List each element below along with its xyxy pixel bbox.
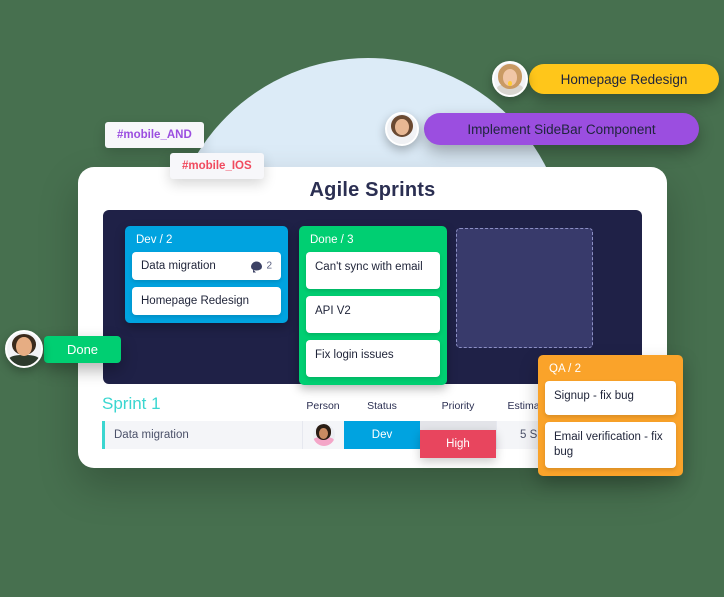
sprint-title: Sprint 1 — [102, 394, 161, 413]
avatar — [312, 424, 335, 446]
avatar-face — [387, 114, 417, 144]
avatar-implement-sidebar — [385, 112, 419, 146]
card-api-v2[interactable]: API V2 — [306, 296, 440, 333]
column-done-header: Done / 3 — [310, 234, 354, 246]
column-header-person: Person — [306, 399, 340, 412]
avatar-face — [7, 332, 41, 366]
column-qa[interactable]: QA / 2 Signup - fix bug Email verificati… — [538, 355, 683, 476]
column-qa-header: QA / 2 — [549, 363, 581, 375]
column-done[interactable]: Done / 3 Can't sync with email API V2 Fi… — [299, 226, 447, 385]
card-cant-sync-with-email[interactable]: Can't sync with email — [306, 252, 440, 289]
card-email-verification-fix-bug[interactable]: Email verification - fix bug — [545, 422, 676, 468]
avatar-homepage-redesign — [492, 61, 528, 97]
card-title: Data migration — [141, 259, 216, 272]
chip-status-done[interactable]: Done — [44, 336, 121, 363]
column-dev[interactable]: Dev / 2 Data migration 2 Homepage Redesi… — [125, 226, 288, 323]
card-fix-login-issues[interactable]: Fix login issues — [306, 340, 440, 377]
comment-count-badge: 2 — [251, 260, 272, 273]
column-header-status: Status — [367, 399, 397, 412]
page-title: Agile Sprints — [309, 179, 436, 201]
column-dev-header: Dev / 2 — [136, 234, 173, 246]
cell-person[interactable] — [302, 421, 344, 449]
column-dropzone-placeholder[interactable] — [456, 228, 593, 348]
card-signup-fix-bug[interactable]: Signup - fix bug — [545, 381, 676, 415]
comment-count: 2 — [266, 260, 272, 272]
avatar-face — [313, 424, 335, 446]
tag-mobile-ios[interactable]: #mobile_IOS — [170, 153, 264, 179]
avatar-face — [494, 63, 526, 95]
app-card: Agile Sprints Dev / 2 Data migration 2 H… — [78, 167, 683, 476]
chip-homepage-redesign[interactable]: Homepage Redesign — [529, 64, 719, 94]
avatar-done — [5, 330, 43, 368]
priority-badge-high[interactable]: High — [420, 430, 496, 458]
cell-status[interactable]: Dev — [344, 421, 420, 449]
card-title: Homepage Redesign — [141, 294, 250, 307]
card-data-migration[interactable]: Data migration 2 — [132, 252, 281, 280]
comment-bubble-icon — [251, 261, 263, 273]
cell-priority[interactable]: High — [420, 421, 496, 458]
chip-implement-sidebar-component[interactable]: Implement SideBar Component — [424, 113, 699, 145]
card-homepage-redesign[interactable]: Homepage Redesign — [132, 287, 281, 315]
column-header-priority: Priority — [441, 399, 475, 412]
tag-mobile-android[interactable]: #mobile_AND — [105, 122, 204, 148]
cell-task-name[interactable]: Data migration — [105, 421, 302, 449]
